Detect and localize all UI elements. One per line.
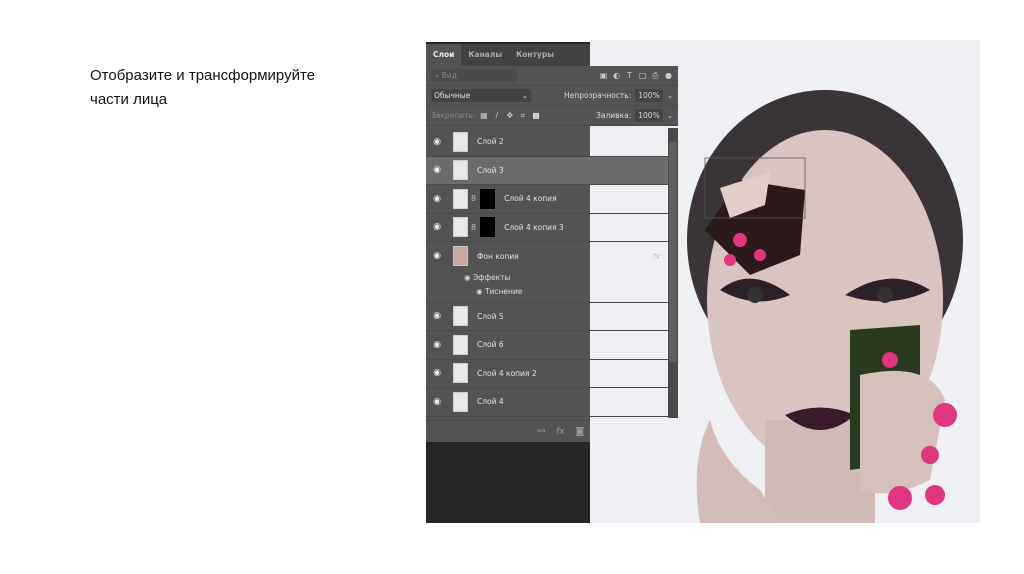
effects-row[interactable]: ◉ Эффекты (426, 271, 668, 285)
layer-thumbnail (453, 334, 468, 355)
layer-group-background-copy[interactable]: ◉ Фон копия fx ◉ Эффекты ◉ Тиснение (426, 242, 668, 303)
layer-thumbnail (453, 246, 468, 267)
layer-row-selected[interactable]: ◉ Слой 3 (426, 156, 668, 185)
layer-row[interactable]: ◉ Слой 2 (426, 128, 668, 157)
layer-thumbnail (453, 363, 468, 384)
eye-icon[interactable]: ◉ (426, 222, 448, 232)
eye-icon[interactable]: ◉ (426, 137, 448, 147)
add-style-icon[interactable]: fx (556, 427, 565, 437)
layer-row[interactable]: ◉ 8 Слой 4 копия 3 (426, 214, 668, 242)
layer-thumbnail (453, 306, 468, 327)
layer-name: Слой 4 копия (504, 194, 557, 204)
eye-icon[interactable]: ◉ (476, 287, 483, 296)
add-mask-icon[interactable]: ◙ (576, 427, 585, 437)
emboss-label: Тиснение (484, 287, 523, 296)
lock-move-icon[interactable]: ✥ (505, 111, 514, 120)
opacity-input[interactable]: 100% (635, 89, 663, 102)
smart-object-filter-icon[interactable]: ⎙ (651, 71, 660, 80)
eye-icon[interactable]: ◉ (426, 165, 448, 175)
shape-filter-icon[interactable]: ▢ (638, 71, 647, 80)
layer-thumbnail (453, 131, 468, 152)
eye-icon[interactable]: ◉ (426, 368, 448, 378)
link-icon[interactable]: 8 (471, 223, 476, 232)
tab-channels[interactable]: Каналы (461, 44, 509, 66)
layer-list: ◉ Слой 2 ◉ Слой 3 ◉ 8 Слой 4 копия ◉ 8 Слой 4 … (426, 128, 668, 417)
tab-paths[interactable]: Контуры (509, 44, 561, 66)
layer-name: Слой 3 (477, 165, 504, 175)
layer-thumbnail (453, 217, 468, 238)
opacity-dropdown-icon[interactable]: ⌄ (667, 91, 673, 100)
fx-icon[interactable]: fx (653, 252, 660, 261)
layers-scrollbar[interactable] (668, 128, 678, 418)
link-layers-icon[interactable]: ⚯ (537, 427, 545, 437)
effects-label: Эффекты (472, 273, 511, 282)
lock-transparent-icon[interactable]: ▦ (479, 111, 488, 120)
layer-thumbnail (453, 188, 468, 209)
image-filter-icon[interactable]: ▣ (599, 71, 608, 80)
lock-paint-icon[interactable]: / (492, 111, 501, 120)
layer-name: Слой 6 (477, 340, 504, 350)
layer-row[interactable]: ◉ Слой 6 (426, 331, 668, 360)
layer-thumbnail (453, 391, 468, 412)
search-placeholder: Вид (441, 71, 457, 80)
eye-icon[interactable]: ◉ (426, 251, 448, 261)
fill-input[interactable]: 100% (635, 109, 663, 122)
lock-all-icon[interactable]: ■ (531, 111, 540, 120)
caption-line-2: части лица (90, 91, 168, 108)
blend-mode-value: Обычные (434, 91, 471, 100)
layer-row[interactable]: ◉ 8 Слой 4 копия (426, 185, 668, 214)
eye-icon[interactable]: ◉ (464, 273, 471, 282)
scrollbar-thumb[interactable] (669, 142, 677, 362)
layer-name: Слой 4 копия 2 (477, 368, 537, 378)
type-filter-icon[interactable]: T (625, 71, 634, 80)
lock-artboard-icon[interactable]: ⌗ (518, 111, 527, 120)
layer-row[interactable]: ◉ Фон копия fx (426, 242, 668, 271)
link-icon[interactable]: 8 (471, 194, 476, 203)
opacity-label: Непрозрачность: (564, 91, 632, 100)
slide-caption: Отобразите и трансформируйте части лица (90, 64, 390, 112)
lock-label: Закрепить: (431, 111, 476, 120)
eye-icon[interactable]: ◉ (426, 311, 448, 321)
layer-name: Слой 4 (477, 397, 504, 407)
filter-toggle-icon[interactable]: ● (664, 71, 673, 80)
layer-name: Фон копия (477, 251, 519, 261)
fill-label: Заливка: (596, 111, 632, 120)
layer-name: Слой 5 (477, 311, 504, 321)
layers-panel: Слои Каналы Контуры « | ≡ ⌕ Вид ▣ ◐ T ▢ … (426, 44, 678, 442)
fill-dropdown-icon[interactable]: ⌄ (667, 111, 673, 120)
layer-mask-thumbnail[interactable] (480, 188, 496, 209)
layer-row[interactable]: ◉ Слой 4 (426, 388, 668, 417)
eye-icon[interactable]: ◉ (426, 397, 448, 407)
layer-row[interactable]: ◉ Слой 5 (426, 303, 668, 331)
eye-icon[interactable]: ◉ (426, 340, 448, 350)
layer-thumbnail (453, 160, 468, 181)
layer-name: Слой 4 копия 3 (504, 222, 564, 232)
caption-line-1: Отобразите и трансформируйте (90, 67, 315, 84)
layer-mask-thumbnail[interactable] (480, 217, 496, 238)
eye-icon[interactable]: ◉ (426, 194, 448, 204)
emboss-row[interactable]: ◉ Тиснение (426, 285, 668, 299)
layer-filter-search[interactable]: ⌕ Вид (431, 69, 517, 82)
layer-row[interactable]: ◉ Слой 4 копия 2 (426, 360, 668, 388)
tab-layers[interactable]: Слои (426, 44, 462, 66)
adjustment-filter-icon[interactable]: ◐ (612, 71, 621, 80)
layer-name: Слой 2 (477, 137, 504, 147)
blend-mode-select[interactable]: Обычные ⌄ (431, 89, 531, 102)
